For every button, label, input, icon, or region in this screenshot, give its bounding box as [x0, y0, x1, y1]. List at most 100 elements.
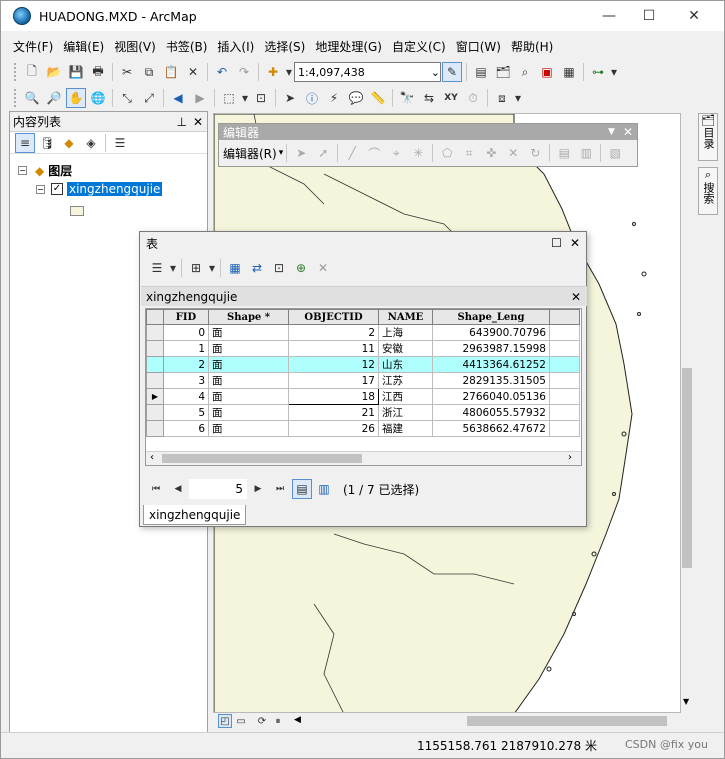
table-of-contents-icon[interactable]: ▤: [471, 62, 491, 82]
switch-selection-icon[interactable]: ⇄: [247, 258, 267, 278]
collapse-icon[interactable]: −: [36, 184, 45, 194]
close-icon[interactable]: ✕: [570, 236, 580, 250]
create-features-icon[interactable]: ▧: [605, 143, 625, 163]
table-cell[interactable]: 2: [288, 324, 379, 341]
time-slider-icon[interactable]: ⏱: [463, 88, 483, 108]
show-selected-records-icon[interactable]: ▥: [314, 479, 334, 499]
show-all-records-icon[interactable]: ▤: [292, 479, 312, 499]
edit-tool-icon[interactable]: ➤: [291, 143, 311, 163]
table-cell[interactable]: 面: [208, 404, 289, 421]
current-row-arrow-icon[interactable]: ▶: [146, 388, 164, 405]
clear-selection-icon[interactable]: ⊡: [251, 88, 271, 108]
list-by-visibility-icon[interactable]: ◆: [59, 133, 79, 153]
list-by-selection-icon[interactable]: ◈: [81, 133, 101, 153]
scroll-left-icon[interactable]: ‹: [150, 452, 154, 463]
previous-record-icon[interactable]: ◀: [168, 479, 188, 499]
save-icon[interactable]: 💾: [66, 62, 86, 82]
data-view-icon[interactable]: ◰: [218, 714, 232, 728]
scrollbar-thumb[interactable]: [682, 368, 692, 568]
list-by-drawing-order-icon[interactable]: ≡: [15, 132, 35, 153]
add-data-icon[interactable]: ✚: [263, 62, 283, 82]
table-cell[interactable]: 浙江: [378, 404, 433, 421]
map-scale-combobox[interactable]: 1:4,097,438 ⌄: [294, 62, 441, 82]
open-folder-icon[interactable]: 📂: [44, 62, 64, 82]
point-icon[interactable]: ✳: [408, 143, 428, 163]
redo-icon[interactable]: ↷: [234, 62, 254, 82]
chevron-down-icon[interactable]: ▾: [208, 258, 216, 278]
last-record-icon[interactable]: ⏭: [270, 479, 290, 499]
chevron-down-icon[interactable]: ▾: [169, 258, 177, 278]
row-selector[interactable]: [146, 356, 164, 373]
table-cell[interactable]: 12: [288, 356, 379, 373]
table-cell[interactable]: 4413364.61252: [432, 356, 550, 373]
scrollbar-thumb[interactable]: [467, 716, 667, 726]
layer-row[interactable]: − ✓ xingzhengqujie: [36, 182, 163, 196]
table-cell[interactable]: 江苏: [378, 372, 433, 389]
chevron-down-icon[interactable]: ▼: [608, 127, 615, 137]
pause-drawing-icon[interactable]: ⏸: [271, 714, 285, 728]
table-cell[interactable]: 5: [163, 404, 209, 421]
cut-polygons-icon[interactable]: ✜: [481, 143, 501, 163]
table-cell[interactable]: 2766040.05136: [432, 388, 550, 405]
layers-group-row[interactable]: − ◆ 图层: [18, 162, 72, 179]
close-icon[interactable]: ✕: [671, 1, 717, 31]
forward-extent-icon[interactable]: ▶: [190, 88, 210, 108]
select-elements-icon[interactable]: ➤: [280, 88, 300, 108]
refresh-icon[interactable]: ⟳: [255, 714, 269, 728]
table-row[interactable]: 1 面 11 安徽 2963987.15998: [146, 340, 580, 357]
table-row-selected[interactable]: 2 面 12 山东 4413364.61252: [146, 356, 580, 373]
table-cell[interactable]: 江西: [378, 388, 433, 405]
table-title-bar[interactable]: 表 ☐ ✕: [140, 232, 586, 254]
arctoolbox-icon[interactable]: ▣: [537, 62, 557, 82]
table-cell[interactable]: 山东: [378, 356, 433, 373]
menu-edit[interactable]: 编辑(E): [63, 38, 104, 55]
catalog-dock-tab[interactable]: 🗂 目录: [698, 113, 718, 161]
menu-bookmarks[interactable]: 书签(B): [166, 38, 208, 55]
new-document-icon[interactable]: 🗋: [22, 62, 42, 82]
menu-help[interactable]: 帮助(H): [511, 38, 553, 55]
delete-icon[interactable]: ✕: [183, 62, 203, 82]
clear-selection-icon[interactable]: ⊡: [269, 258, 289, 278]
table-cell[interactable]: 643900.70796: [432, 324, 550, 341]
table-cell[interactable]: 面: [208, 324, 289, 341]
table-cell[interactable]: 5638662.47672: [432, 420, 550, 437]
table-cell[interactable]: 面: [208, 388, 289, 405]
go-to-xy-icon[interactable]: XY: [441, 88, 461, 108]
layer-symbol-swatch[interactable]: [70, 206, 84, 216]
column-header[interactable]: NAME: [378, 309, 433, 325]
paste-icon[interactable]: 📋: [161, 62, 181, 82]
table-row-current[interactable]: ▶ 4 面 18 江西 2766040.05136: [146, 388, 580, 405]
table-cell[interactable]: 面: [208, 372, 289, 389]
search-window-icon[interactable]: ⌕: [515, 62, 535, 82]
table-cell[interactable]: 26: [288, 420, 379, 437]
back-extent-icon[interactable]: ◀: [168, 88, 188, 108]
editor-toolbar-icon[interactable]: ✎: [442, 62, 462, 82]
copy-icon[interactable]: ⧉: [139, 62, 159, 82]
create-viewer-window-icon[interactable]: ⧈: [492, 88, 512, 108]
column-header[interactable]: OBJECTID: [288, 309, 379, 325]
table-cell[interactable]: 17: [288, 372, 379, 389]
first-record-icon[interactable]: ⏮: [146, 479, 166, 499]
layer-visibility-checkbox[interactable]: ✓: [51, 183, 63, 195]
menu-insert[interactable]: 插入(I): [217, 38, 254, 55]
toolbar-overflow-icon[interactable]: ▾: [514, 88, 522, 108]
sketch-properties-icon[interactable]: ▥: [576, 143, 596, 163]
identify-icon[interactable]: ⓘ: [302, 88, 322, 108]
trace-icon[interactable]: ⌖: [386, 143, 406, 163]
editor-title-bar[interactable]: 编辑器 ▼ ✕: [219, 124, 637, 140]
toolbar-overflow-icon[interactable]: ▾: [610, 62, 618, 82]
rotate-icon[interactable]: ↻: [525, 143, 545, 163]
table-cell[interactable]: 1: [163, 340, 209, 357]
related-tables-icon[interactable]: ⊞: [186, 258, 206, 278]
table-cell[interactable]: 福建: [378, 420, 433, 437]
table-cell[interactable]: 3: [163, 372, 209, 389]
table-cell[interactable]: 4806055.57932: [432, 404, 550, 421]
collapse-icon[interactable]: −: [18, 166, 27, 175]
list-by-source-icon[interactable]: 🛢: [37, 133, 57, 153]
catalog-icon[interactable]: 🗂: [493, 62, 513, 82]
layout-view-icon[interactable]: ▭: [234, 714, 248, 728]
scrollbar-thumb[interactable]: [162, 454, 362, 463]
table-cell[interactable]: 安徽: [378, 340, 433, 357]
menu-file[interactable]: 文件(F): [13, 38, 53, 55]
print-icon[interactable]: 🖶: [88, 62, 108, 82]
